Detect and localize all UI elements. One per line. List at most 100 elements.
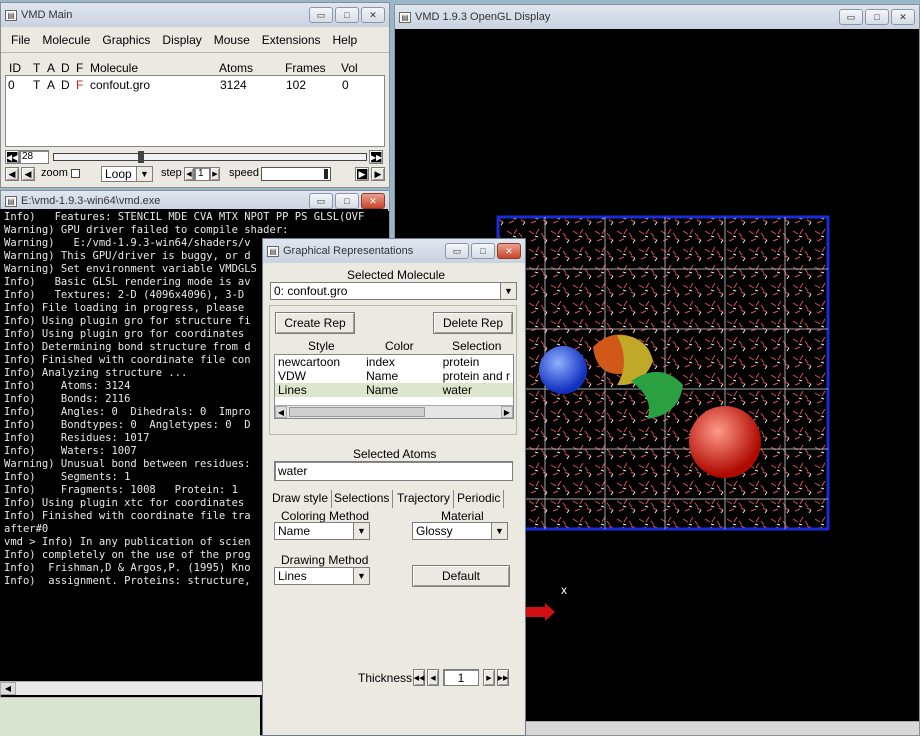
step-back-icon[interactable]: ◀ [21,167,35,181]
col-id: ID [9,61,21,75]
rep-style: Lines [278,383,307,397]
reps-list-hscrollbar[interactable]: ◀ ▶ [275,405,513,418]
vmd-main-window: ▤ VMD Main ▭ □ ✕ File Molecule Graphics … [0,2,390,188]
material-select[interactable]: Glossy ▼ [412,522,508,540]
default-button[interactable]: Default [412,565,510,587]
loop-select[interactable]: Loop ▼ [101,166,153,182]
col-f: F [76,61,84,75]
frame-slider[interactable] [53,151,367,163]
tab-draw-style[interactable]: Draw style [269,490,333,508]
axis-indicator [525,603,555,621]
tab-periodic[interactable]: Periodic [454,490,505,508]
thickness-max-icon[interactable]: ▶▶ [497,669,509,686]
menu-help[interactable]: Help [327,33,364,47]
speed-slider-handle[interactable] [324,169,328,179]
close-icon[interactable]: ✕ [361,193,385,209]
zoom-checkbox[interactable] [71,169,80,178]
menu-molecule[interactable]: Molecule [36,33,96,47]
scroll-left-icon[interactable]: ◀ [275,406,287,418]
col-frames: Frames [285,61,326,75]
rep-style: VDW [278,369,306,383]
menu-extensions[interactable]: Extensions [256,33,327,47]
coloring-method-select[interactable]: Name ▼ [274,522,370,540]
step-field[interactable]: 1 [194,167,210,181]
maximize-icon[interactable]: □ [335,7,359,23]
window-title: VMD Main [21,9,73,21]
frame-number-field[interactable]: 28 [19,150,49,164]
menu-graphics[interactable]: Graphics [96,33,156,47]
step-label: step [161,167,182,179]
step-decrease-icon[interactable]: ◀ [184,167,194,181]
rep-row[interactable]: VDW Name protein and r [275,369,513,383]
display-horizontal-scrollbar[interactable] [525,721,919,735]
speed-label: speed [229,167,259,179]
col-molecule: Molecule [90,61,139,75]
frame-slider-handle[interactable] [138,151,144,163]
mol-id: 0 [8,78,15,92]
mol-fixed-toggle[interactable]: F [76,78,83,92]
minimize-icon[interactable]: ▭ [445,243,469,259]
molecule-list[interactable]: 0 T A D F confout.gro 3124 102 0 [5,75,385,147]
step-increase-icon[interactable]: ▶ [210,167,220,181]
close-icon[interactable]: ✕ [361,7,385,23]
menu-file[interactable]: File [5,33,36,47]
reps-titlebar[interactable]: ▤ Graphical Representations ▭ □ ✕ [263,239,525,263]
scroll-left-icon[interactable]: ◀ [0,682,16,695]
close-icon[interactable]: ✕ [497,243,521,259]
tab-trajectory[interactable]: Trajectory [394,490,454,508]
play-reverse-icon[interactable]: ◀ [5,167,19,181]
graphical-representations-window: ▤ Graphical Representations ▭ □ ✕ Select… [262,238,526,736]
speed-slider[interactable] [261,167,331,181]
selected-molecule-value: 0: confout.gro [274,284,348,298]
mol-active-toggle[interactable]: A [47,78,55,92]
col-t: T [33,61,41,75]
chevron-down-icon: ▼ [353,523,369,539]
display-titlebar[interactable]: ▤ VMD 1.9.3 OpenGL Display ▭ □ ✕ [395,5,919,29]
go-to-end-icon[interactable]: ▶▶ [369,150,383,164]
create-rep-button[interactable]: Create Rep [275,312,355,334]
minimize-icon[interactable]: ▭ [309,7,333,23]
close-icon[interactable]: ✕ [891,9,915,25]
maximize-icon[interactable]: □ [335,193,359,209]
maximize-icon[interactable]: □ [471,243,495,259]
vdw-atom-blue [539,346,587,394]
thickness-min-icon[interactable]: ◀◀ [413,669,425,686]
thickness-increase-icon[interactable]: ▶ [483,669,495,686]
delete-rep-button[interactable]: Delete Rep [433,312,513,334]
thickness-label: Thickness [358,671,413,685]
selected-molecule-select[interactable]: 0: confout.gro ▼ [270,282,517,300]
mol-top-toggle[interactable]: T [33,78,40,92]
rep-color: index [366,355,395,369]
app-icon: ▤ [267,245,279,257]
tab-selections[interactable]: Selections [331,490,394,508]
console-titlebar[interactable]: ▤ E:\vmd-1.9.3-win64\vmd.exe ▭ □ ✕ [1,191,389,211]
mol-vol: 0 [342,78,349,92]
thickness-field[interactable]: 1 [443,669,479,686]
menu-display[interactable]: Display [156,33,207,47]
menu-mouse[interactable]: Mouse [208,33,256,47]
chevron-down-icon: ▼ [353,568,369,584]
drawing-method-select[interactable]: Lines ▼ [274,567,370,585]
app-icon: ▤ [5,9,17,21]
reps-list[interactable]: newcartoon index protein VDW Name protei… [274,354,514,419]
step-forward-icon[interactable]: ▶ [355,167,369,181]
scroll-right-icon[interactable]: ▶ [501,406,513,418]
maximize-icon[interactable]: □ [865,9,889,25]
rep-selection: protein and r [442,369,510,383]
vmd-main-titlebar[interactable]: ▤ VMD Main ▭ □ ✕ [1,3,389,27]
loop-value: Loop [105,167,132,181]
minimize-icon[interactable]: ▭ [309,193,333,209]
rep-row[interactable]: newcartoon index protein [275,355,513,369]
mol-displayed-toggle[interactable]: D [61,78,70,92]
go-to-start-icon[interactable]: ◀◀ [5,150,19,164]
col-a: A [47,61,56,75]
rep-color: Name [366,383,399,397]
mol-name[interactable]: confout.gro [90,78,150,92]
col-color: Color [385,339,414,353]
minimize-icon[interactable]: ▭ [839,9,863,25]
thickness-decrease-icon[interactable]: ◀ [427,669,439,686]
play-forward-icon[interactable]: ▶ [371,167,385,181]
scroll-thumb[interactable] [289,407,425,417]
rep-row-selected[interactable]: Lines Name water [275,383,513,397]
selected-atoms-input[interactable]: water [274,461,513,481]
